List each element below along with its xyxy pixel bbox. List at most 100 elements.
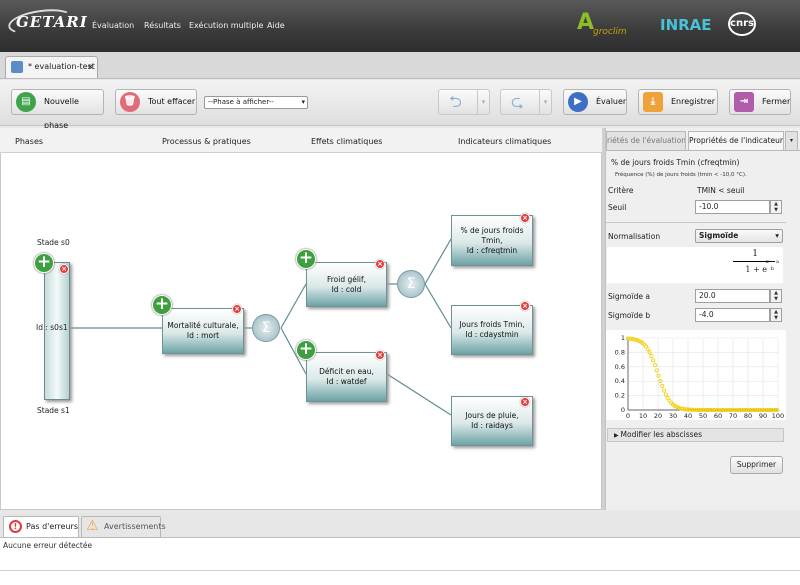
- normalization-value: Sigmoïde: [699, 231, 739, 240]
- tab-indicator-properties[interactable]: Propriétés de l'indicateur: [688, 131, 784, 151]
- add-icon[interactable]: +: [296, 340, 316, 360]
- chevron-down-icon: ▾: [775, 231, 779, 240]
- node-label-2: Tmin,: [481, 235, 503, 245]
- node-id: Id : cfreqtmin: [466, 245, 518, 255]
- normalization-select[interactable]: Sigmoïde ▾: [695, 229, 783, 243]
- modify-abscissa-toggle[interactable]: ▶ Modifier les abscisses: [607, 428, 784, 442]
- node-mort[interactable]: Mortalité culturale, Id : mort: [162, 308, 244, 354]
- x-tick-label: 90: [759, 412, 767, 420]
- node-label: Froid gélif,: [326, 274, 367, 284]
- close-button[interactable]: ⇥ Fermer: [729, 89, 791, 115]
- evaluate-button[interactable]: ▶ Évaluer: [563, 89, 627, 115]
- threshold-label: Seuil: [608, 203, 627, 212]
- delete-icon[interactable]: ×: [520, 213, 530, 223]
- menu-help[interactable]: Aide: [267, 21, 285, 30]
- tab-warnings[interactable]: ⚠ Avertissements: [81, 516, 166, 538]
- cnrs-logo: cnrs: [728, 12, 756, 36]
- sigmoid-b-stepper[interactable]: ▲ ▼: [770, 308, 782, 322]
- sigmoid-b-input[interactable]: -4.0: [695, 308, 770, 322]
- tab-warnings-label: Avertissements: [104, 522, 166, 531]
- document-tab[interactable]: * evaluation-test ×: [5, 56, 98, 78]
- trash-icon: 🗑: [120, 92, 140, 112]
- node-label: Jours de pluie,: [465, 411, 519, 420]
- threshold-input[interactable]: -10.0: [695, 200, 770, 214]
- delete-icon[interactable]: ×: [375, 259, 385, 269]
- evaluate-label: Évaluer: [596, 97, 627, 106]
- node-watdef[interactable]: Déficit en eau, Id : watdef: [306, 352, 387, 402]
- sigmoid-chart: 0 10 20 30 40 50 60 70 80 90 100 0 0.2 0.4 0.6 0.8 1: [606, 330, 786, 420]
- node-label: Déficit en eau,: [319, 367, 374, 376]
- save-label: Enregistrer: [671, 97, 716, 106]
- x-tick-label: 0: [626, 412, 630, 420]
- x-tick-label: 10: [639, 412, 647, 420]
- tab-dropdown-icon[interactable]: ▾: [785, 131, 798, 151]
- delete-icon[interactable]: ×: [232, 304, 242, 314]
- tab-evaluation-properties[interactable]: riétés de l'évaluation: [606, 131, 686, 151]
- y-tick-label: 0.8: [615, 348, 625, 356]
- redo-button[interactable]: ⮎ ▾: [500, 89, 552, 115]
- document-tab-label: * evaluation-test: [28, 62, 95, 71]
- indicator-description: Fréquence (%) de jours froids (tmin < -1…: [615, 172, 747, 178]
- y-tick-label: 1: [621, 334, 625, 342]
- exit-icon: ⇥: [734, 92, 754, 112]
- column-phases: Phases: [15, 137, 44, 146]
- menu-evaluation[interactable]: Évaluation: [92, 21, 134, 30]
- node-label: Jours froids Tmin,: [459, 320, 525, 329]
- sigmoid-a-stepper[interactable]: ▲ ▼: [770, 289, 782, 303]
- getari-logo: GETARI: [6, 5, 87, 39]
- x-tick-label: 100: [772, 412, 784, 420]
- delete-icon[interactable]: ×: [59, 264, 69, 274]
- node-cold[interactable]: Froid gélif, Id : cold: [306, 262, 387, 307]
- add-icon[interactable]: +: [34, 253, 54, 273]
- redo-icon: ⮎: [511, 92, 524, 111]
- new-document-icon: ▤: [16, 92, 36, 112]
- undo-button[interactable]: ⮌ ▾: [438, 89, 490, 115]
- node-cdaystmin[interactable]: Jours froids Tmin, Id : cdaystmin: [451, 305, 533, 355]
- x-tick-label: 50: [699, 412, 707, 420]
- menu-multiple-execution[interactable]: Exécution multiple: [189, 21, 263, 30]
- close-tab-icon[interactable]: ×: [87, 57, 94, 77]
- sum-aggregator-icon[interactable]: Σ: [397, 270, 425, 298]
- formula-exponent: x − a: [765, 259, 779, 265]
- separator: [606, 222, 786, 223]
- status-divider: [0, 570, 800, 571]
- column-climatic-effects: Effets climatiques: [311, 137, 383, 146]
- redo-dropdown-icon[interactable]: ▾: [539, 90, 551, 114]
- delete-icon[interactable]: ×: [520, 397, 530, 407]
- tab-errors-label: Pas d'erreurs: [26, 522, 78, 531]
- node-label: % de jours froids: [460, 225, 524, 235]
- delete-icon[interactable]: ×: [520, 301, 530, 311]
- formula-denominator: 1 + e: [745, 265, 767, 274]
- delete-button[interactable]: Supprimer: [730, 456, 783, 474]
- node-cfreqtmin[interactable]: % de jours froids Tmin, Id : cfreqtmin: [451, 215, 533, 266]
- menu-results[interactable]: Résultats: [144, 21, 181, 30]
- status-message: Aucune erreur détectée: [3, 541, 93, 550]
- save-button[interactable]: ⤓ Enregistrer: [638, 89, 718, 115]
- tab-errors[interactable]: ! Pas d'erreurs: [3, 516, 79, 538]
- delete-icon[interactable]: ×: [375, 350, 385, 360]
- threshold-stepper[interactable]: ▲ ▼: [770, 200, 782, 214]
- phase-select[interactable]: --Phase à afficher--: [204, 96, 308, 109]
- sigmoid-a-input[interactable]: 20.0: [695, 289, 770, 303]
- x-tick-label: 40: [684, 412, 692, 420]
- warning-icon: ⚠: [86, 518, 99, 534]
- sum-aggregator-icon[interactable]: Σ: [252, 314, 280, 342]
- node-id: Id : mort: [186, 331, 220, 340]
- y-tick-label: 0.6: [615, 363, 625, 371]
- stage-id-label: Id : s0s1: [36, 323, 68, 332]
- undo-dropdown-icon[interactable]: ▾: [477, 90, 489, 114]
- add-icon[interactable]: +: [152, 295, 172, 315]
- new-phase-button[interactable]: ▤ Nouvelle phase: [11, 89, 104, 130]
- inrae-logo: INRAE: [660, 16, 712, 34]
- formula-numerator: 1: [752, 249, 758, 259]
- add-icon[interactable]: +: [296, 249, 316, 269]
- modify-abscissa-label: Modifier les abscisses: [620, 430, 703, 439]
- x-tick-label: 70: [729, 412, 737, 420]
- tab-divider: [606, 150, 800, 151]
- clear-all-button[interactable]: 🗑 Tout effacer: [115, 89, 197, 115]
- formula-exponent-denominator: b: [770, 266, 774, 272]
- error-icon: !: [9, 520, 22, 533]
- stage-bottom-label: Stade s1: [37, 406, 70, 415]
- undo-icon: ⮌: [449, 92, 462, 111]
- y-tick-label: 0.4: [615, 377, 625, 385]
